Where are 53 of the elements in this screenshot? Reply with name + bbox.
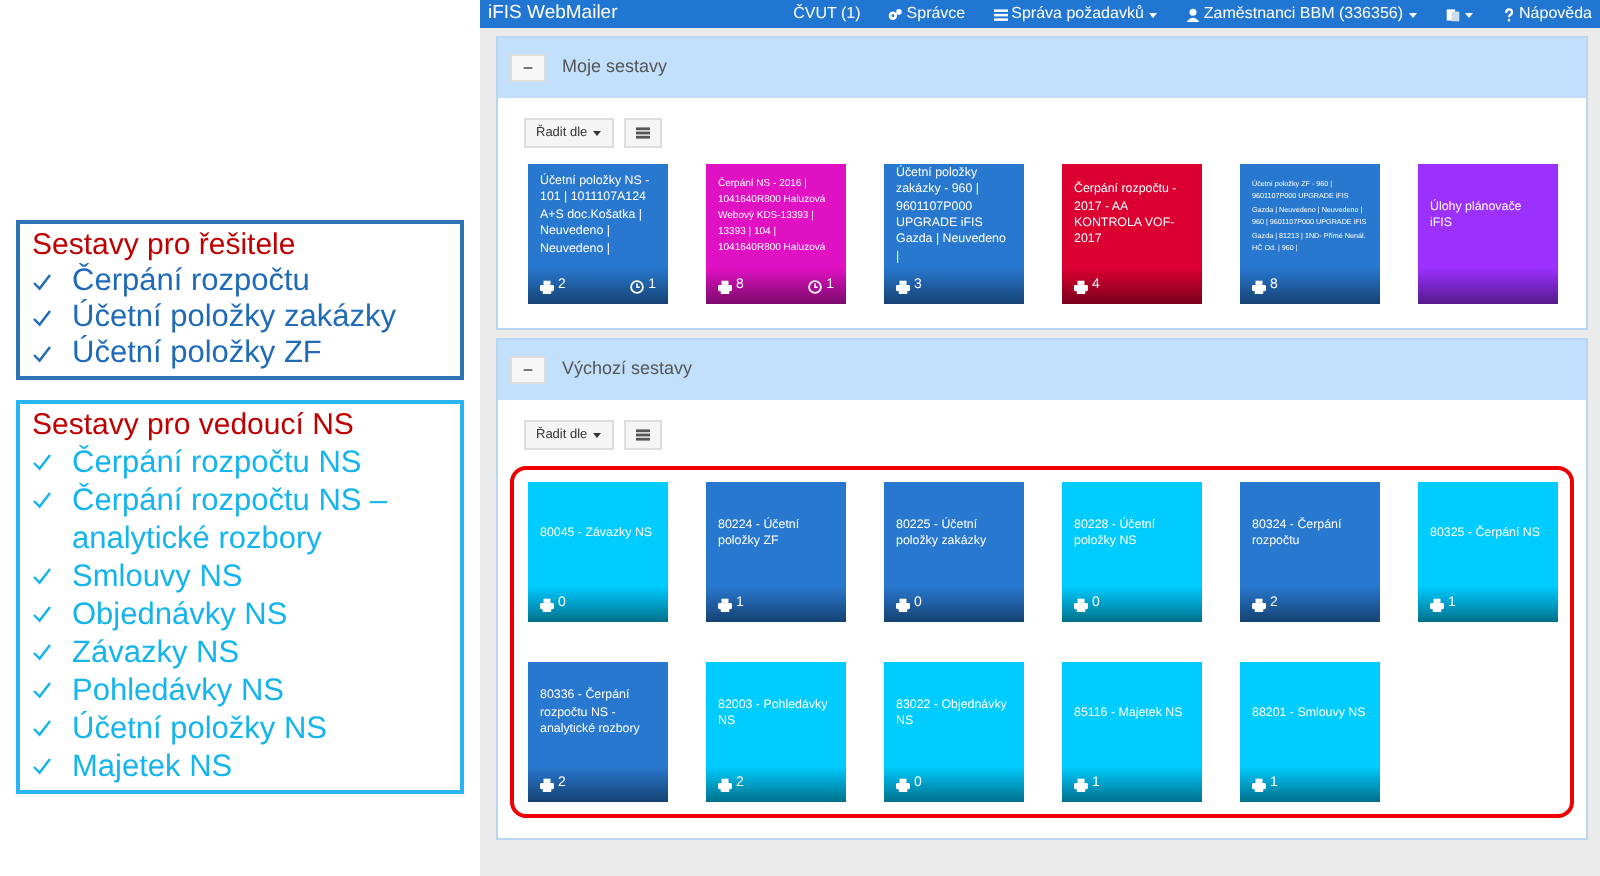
user-icon (1185, 7, 1200, 21)
panel-title: Výchozí sestavy (562, 356, 693, 383)
clock-icon (808, 279, 823, 293)
legend-item: Čerpání rozpočtu (72, 264, 310, 299)
printer-icon (896, 777, 910, 791)
legend-item: Čerpání rozpočtu NS (72, 444, 362, 482)
nav-item[interactable]: ČVUT (1) (793, 2, 861, 26)
printer-icon (1074, 597, 1088, 611)
printer-icon (540, 279, 554, 293)
nav-item[interactable]: Správa požadavků (993, 2, 1158, 26)
nav-item[interactable] (1445, 7, 1474, 21)
printer-icon (540, 777, 554, 791)
help-icon (1501, 7, 1516, 21)
book-icon (1445, 7, 1460, 21)
printer-icon (896, 279, 910, 293)
gear-icon (888, 7, 903, 21)
collapse-button[interactable]: − (510, 54, 546, 82)
printer-icon (1430, 597, 1444, 611)
printer-icon (1252, 279, 1266, 293)
printer-icon (1252, 777, 1266, 791)
legend-item: Účetní položky ZF (72, 336, 322, 372)
nav-item[interactable]: Nápověda (1501, 2, 1592, 26)
caret-icon (591, 430, 602, 440)
legend-item: Majetek NS (72, 748, 233, 786)
legend-item: Objednávky NS (72, 596, 288, 634)
collapse-button[interactable]: − (510, 356, 546, 384)
caret-icon (591, 128, 602, 138)
printer-icon (718, 279, 732, 293)
printer-icon (718, 777, 732, 791)
nav-item[interactable]: Správce (888, 2, 966, 26)
legend-item: Účetní položky NS (72, 710, 327, 748)
legend-item: Smlouvy NS (72, 558, 243, 596)
menu-icon (993, 7, 1008, 21)
legend-title: Sestavy pro řešitele (32, 228, 298, 262)
printer-icon (1074, 279, 1088, 293)
list-icon (635, 428, 650, 442)
panel-title: Moje sestavy (562, 54, 668, 81)
printer-icon (896, 597, 910, 611)
list-icon (635, 126, 650, 140)
legend-item: Účetní položky zakázky (72, 300, 396, 335)
legend-item: Závazky NS (72, 634, 240, 672)
legend-item: Čerpání rozpočtu NS – analytické rozbory (72, 482, 388, 558)
clock-icon (630, 279, 645, 293)
printer-icon (718, 597, 732, 611)
printer-icon (1074, 777, 1088, 791)
legend-title: Sestavy pro vedoucí NS (32, 408, 356, 444)
legend-item: Pohledávky NS (72, 672, 284, 710)
nav-item[interactable]: Zaměstnanci BBM (336356) (1185, 2, 1418, 26)
list-view-button[interactable] (623, 118, 662, 148)
brand-title[interactable]: iFIS WebMailer (488, 0, 618, 29)
list-view-button[interactable] (623, 420, 662, 450)
printer-icon (1252, 597, 1266, 611)
printer-icon (540, 597, 554, 611)
